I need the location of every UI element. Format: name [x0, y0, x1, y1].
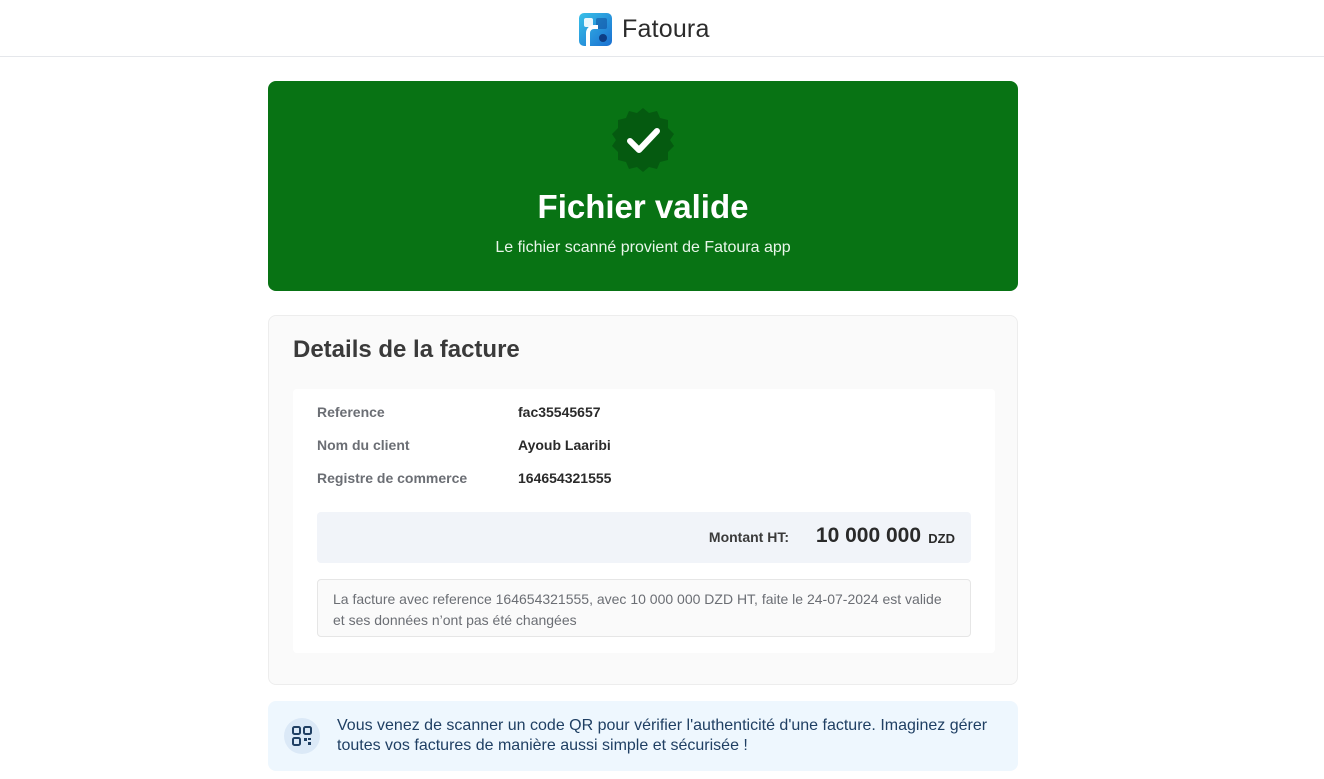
brand-name: Fatoura [622, 14, 710, 43]
validation-banner: Fichier valide Le fichier scanné provien… [268, 81, 1018, 291]
brand[interactable]: Fatoura [579, 12, 710, 46]
validation-note: La facture avec reference 164654321555, … [317, 579, 971, 637]
detail-value: fac35545657 [518, 404, 601, 420]
invoice-details-card: Details de la facture Reference fac35545… [268, 315, 1018, 685]
invoice-details-title: Details de la facture [293, 336, 520, 363]
amount-value: 10 000 000 [815, 524, 921, 547]
detail-label: Nom du client [317, 437, 410, 453]
invoice-details-panel: Reference fac35545657 Nom du client Ayou… [293, 389, 995, 653]
amount-box: Montant HT: 10 000 000 DZD [317, 512, 971, 563]
promo-banner: Vous venez de scanner un code QR pour vé… [268, 701, 1018, 771]
validation-title: Fichier valide [537, 188, 749, 225]
validation-subtitle: Le fichier scanné provient de Fatoura ap… [495, 239, 791, 256]
detail-label: Reference [317, 404, 385, 420]
detail-label: Registre de commerce [317, 470, 468, 486]
amount-currency: DZD [928, 531, 955, 546]
fatoura-logo-icon [579, 12, 612, 46]
detail-value: Ayoub Laaribi [518, 437, 611, 453]
qr-code-icon [284, 718, 320, 754]
detail-value: 164654321555 [518, 470, 612, 486]
amount-label: Montant HT: [708, 529, 789, 545]
promo-text: Vous venez de scanner un code QR pour vé… [337, 717, 988, 754]
top-bar: Fatoura [0, 0, 1324, 57]
verified-check-badge-icon [612, 108, 674, 172]
